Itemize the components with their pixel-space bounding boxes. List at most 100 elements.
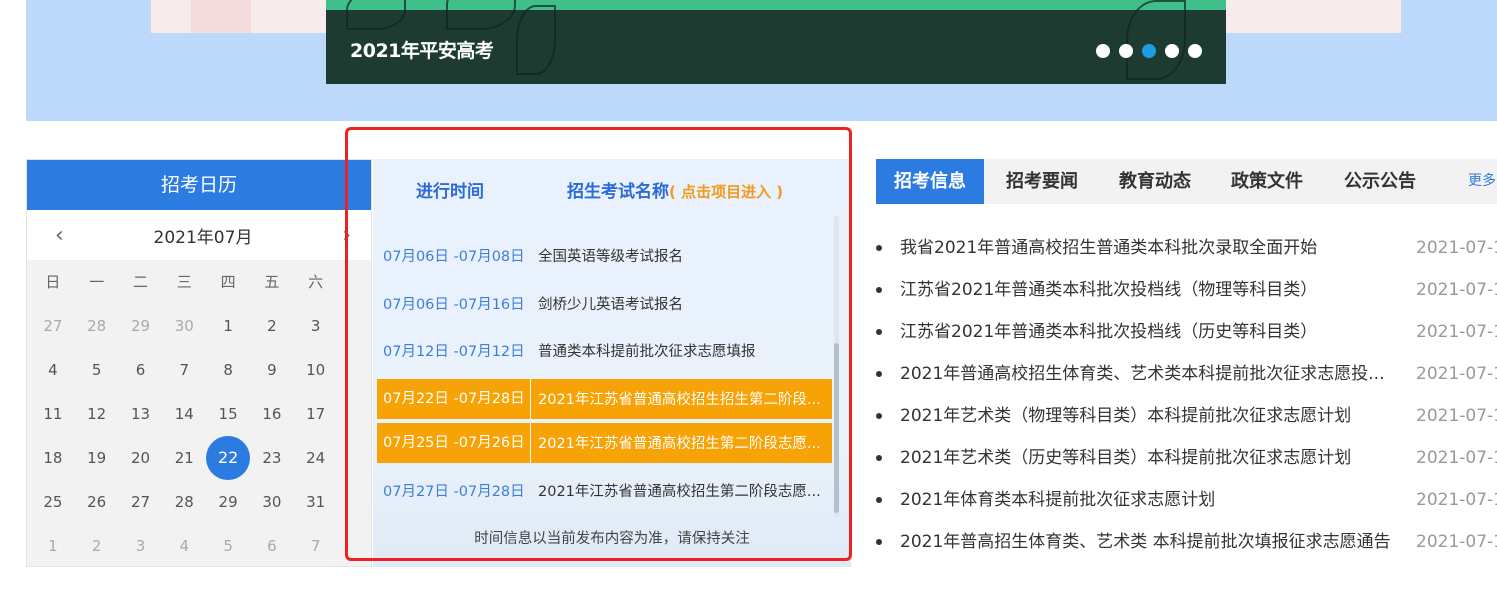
- calendar-day[interactable]: 2: [75, 524, 119, 568]
- calendar-day[interactable]: 9: [250, 348, 294, 392]
- news-item-title[interactable]: 2021年艺术类（物理等科目类）本科提前批次征求志愿计划: [900, 395, 1400, 437]
- news-item[interactable]: 我省2021年普通高校招生普通类本科批次录取全面开始 2021-07-1: [876, 227, 1497, 269]
- calendar-day[interactable]: 10: [294, 348, 338, 392]
- calendar-day[interactable]: 22: [206, 436, 251, 480]
- news-item-date: 2021-07-1: [1416, 238, 1497, 258]
- bullet-icon: [876, 329, 882, 335]
- news-item[interactable]: 江苏省2021年普通类本科批次投档线（物理等科目类） 2021-07-1: [876, 269, 1497, 311]
- calendar-day[interactable]: 8: [206, 348, 250, 392]
- calendar-day[interactable]: 3: [294, 304, 338, 348]
- bullet-icon: [876, 413, 882, 419]
- calendar-day[interactable]: 16: [250, 392, 294, 436]
- bullet-icon: [876, 497, 882, 503]
- news-item[interactable]: 2021年体育类本科提前批次征求志愿计划 2021-07-1: [876, 479, 1497, 521]
- weekday-label: 六: [308, 273, 324, 291]
- calendar-day[interactable]: 2: [250, 304, 294, 348]
- carousel-dot-3[interactable]: [1142, 44, 1156, 58]
- news-item-title[interactable]: 2021年普通高校招生体育类、艺术类本科提前批次征求志愿投...: [900, 353, 1400, 395]
- tab-exam-info[interactable]: 招考信息: [876, 159, 984, 204]
- banner-carousel[interactable]: 2021年平安高考: [326, 0, 1226, 84]
- page: 2021年平安高考 招考日历 ‹ 2021年07月 › 日一二三四五六 27 28 2…: [0, 0, 1497, 596]
- calendar-month-label: 2021年07月: [153, 227, 253, 248]
- tab-announcements[interactable]: 公示公告: [1344, 159, 1416, 204]
- bullet-icon: [876, 371, 882, 377]
- news-item-title[interactable]: 江苏省2021年普通类本科批次投档线（物理等科目类）: [900, 269, 1400, 311]
- news-item-date: 2021-07-1: [1416, 364, 1497, 384]
- leaf-decoration: [446, 0, 516, 30]
- calendar-day[interactable]: 31: [294, 480, 338, 524]
- calendar-day[interactable]: 27: [31, 304, 75, 348]
- banner-title[interactable]: 2021年平安高考: [350, 36, 494, 63]
- calendar-grid: 日一二三四五六 27 28 29 30 1 2 3 4 5 6 7 8 9 10 11 12 13 14 15 16 17…: [27, 260, 371, 568]
- calendar-day[interactable]: 24: [294, 436, 338, 480]
- calendar-day[interactable]: 4: [162, 524, 206, 568]
- news-item[interactable]: 2021年艺术类（物理等科目类）本科提前批次征求志愿计划 2021-07-1: [876, 395, 1497, 437]
- news-item-title[interactable]: 2021年艺术类（历史等科目类）本科提前批次征求志愿计划: [900, 437, 1400, 479]
- calendar-day[interactable]: 5: [206, 524, 250, 568]
- calendar-day[interactable]: 3: [119, 524, 163, 568]
- news-item-title[interactable]: 我省2021年普通高校招生普通类本科批次录取全面开始: [900, 227, 1400, 269]
- news-item[interactable]: 2021年普高招生体育类、艺术类 本科提前批次填报征求志愿通告 2021-07-1: [876, 521, 1497, 563]
- calendar-day[interactable]: 7: [294, 524, 338, 568]
- news-item-title[interactable]: 2021年普高招生体育类、艺术类 本科提前批次填报征求志愿通告: [900, 521, 1400, 563]
- calendar-day[interactable]: 18: [31, 436, 75, 480]
- calendar-day[interactable]: 25: [31, 480, 75, 524]
- calendar-day[interactable]: 29: [206, 480, 250, 524]
- calendar-day[interactable]: 1: [206, 304, 250, 348]
- bullet-icon: [876, 245, 882, 251]
- calendar-day[interactable]: 30: [162, 304, 206, 348]
- calendar-day[interactable]: 6: [119, 348, 163, 392]
- calendar-day[interactable]: 13: [119, 392, 163, 436]
- news-item[interactable]: 江苏省2021年普通类本科批次投档线（历史等科目类） 2021-07-1: [876, 311, 1497, 353]
- calendar-day[interactable]: 30: [250, 480, 294, 524]
- tab-education-news[interactable]: 教育动态: [1119, 159, 1191, 204]
- news-item-date: 2021-07-1: [1416, 406, 1497, 426]
- calendar-day[interactable]: 15: [206, 392, 250, 436]
- banner-decoration: [191, 0, 251, 33]
- bullet-icon: [876, 455, 882, 461]
- calendar-day[interactable]: 19: [75, 436, 119, 480]
- calendar-day[interactable]: 20: [119, 436, 163, 480]
- carousel-dot-5[interactable]: [1188, 44, 1202, 58]
- weekday-label: 二: [132, 273, 148, 291]
- carousel-dot-2[interactable]: [1119, 44, 1133, 58]
- calendar-day[interactable]: 7: [162, 348, 206, 392]
- calendar-day[interactable]: 29: [119, 304, 163, 348]
- news-item-title[interactable]: 2021年体育类本科提前批次征求志愿计划: [900, 479, 1400, 521]
- news-item[interactable]: 2021年艺术类（历史等科目类）本科提前批次征求志愿计划 2021-07-1: [876, 437, 1497, 479]
- news-item-date: 2021-07-1: [1416, 280, 1497, 300]
- carousel-dot-4[interactable]: [1165, 44, 1179, 58]
- calendar-day[interactable]: 17: [294, 392, 338, 436]
- calendar-day[interactable]: 28: [75, 304, 119, 348]
- calendar-today[interactable]: 22: [206, 436, 251, 480]
- weekday-label: 一: [89, 273, 105, 291]
- calendar-day[interactable]: 26: [75, 480, 119, 524]
- calendar-month-bar: ‹ 2021年07月 ›: [27, 210, 371, 260]
- calendar-day[interactable]: 27: [119, 480, 163, 524]
- news-item[interactable]: 2021年普通高校招生体育类、艺术类本科提前批次征求志愿投... 2021-07-…: [876, 353, 1497, 395]
- news-item-date: 2021-07-1: [1416, 322, 1497, 342]
- calendar-day[interactable]: 4: [31, 348, 75, 392]
- carousel-dot-1[interactable]: [1096, 44, 1110, 58]
- calendar-day[interactable]: 23: [250, 436, 294, 480]
- news-item-title[interactable]: 江苏省2021年普通类本科批次投档线（历史等科目类）: [900, 311, 1400, 353]
- tab-exam-news[interactable]: 招考要闻: [1006, 159, 1078, 204]
- carousel-dots: [1096, 44, 1202, 58]
- calendar-day[interactable]: 21: [162, 436, 206, 480]
- weekday-label: 四: [220, 273, 236, 291]
- chevron-left-icon[interactable]: ‹: [55, 223, 64, 248]
- calendar-day[interactable]: 12: [75, 392, 119, 436]
- calendar-day[interactable]: 28: [162, 480, 206, 524]
- weekday-label: 五: [264, 273, 280, 291]
- calendar-day[interactable]: 14: [162, 392, 206, 436]
- more-link[interactable]: 更多: [1468, 159, 1496, 204]
- news-list: 我省2021年普通高校招生普通类本科批次录取全面开始 2021-07-1 江苏省20…: [876, 227, 1497, 563]
- calendar-day[interactable]: 1: [31, 524, 75, 568]
- leaf-decoration: [516, 5, 556, 75]
- calendar-day[interactable]: 6: [250, 524, 294, 568]
- calendar-day[interactable]: 11: [31, 392, 75, 436]
- tab-policy-files[interactable]: 政策文件: [1231, 159, 1303, 204]
- news-item-date: 2021-07-1: [1416, 448, 1497, 468]
- calendar-day[interactable]: 5: [75, 348, 119, 392]
- weekday-label: 三: [176, 273, 192, 291]
